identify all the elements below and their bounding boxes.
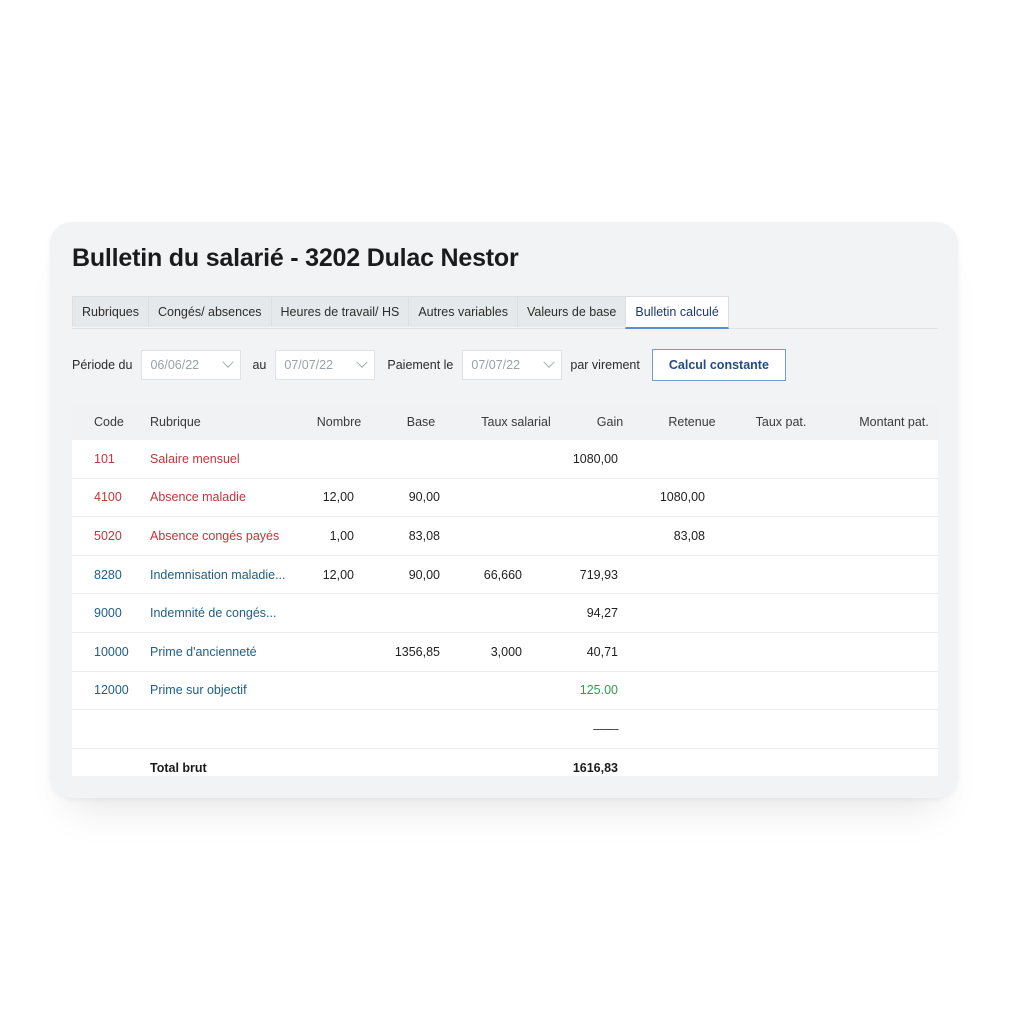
row-base: 83,08 — [408, 528, 440, 543]
row-nombre: 12,00 — [322, 567, 354, 582]
paiement-date-select[interactable]: 07/07/22 — [462, 350, 563, 380]
table-row[interactable]: 12000 Prime sur objectif 125.00 — [72, 672, 938, 711]
header-code[interactable]: Code — [94, 403, 124, 440]
row-code: 5020 — [94, 528, 122, 543]
au-label: au — [252, 358, 267, 372]
row-retenue — [637, 594, 705, 632]
header-taux-salarial[interactable]: Taux salarial — [476, 403, 556, 440]
page-title: Bulletin du salarié - 3202 Dulac Nestor — [72, 244, 519, 272]
row-rubrique: Salaire mensuel — [150, 451, 240, 466]
row-taux — [472, 517, 522, 555]
row-code: 12000 — [94, 683, 129, 698]
tab-heures-travail[interactable]: Heures de travail/ HS — [270, 296, 410, 327]
tab-bar: Rubriques Congés/ absences Heures de tra… — [72, 296, 938, 329]
row-base: 1356,85 — [394, 644, 440, 659]
row-taux — [472, 594, 522, 632]
row-gain: 719,93 — [579, 567, 618, 582]
total-row: Total brut 1616,83 — [72, 749, 938, 787]
row-base — [382, 594, 440, 632]
row-rubrique: Indemnité de congés... — [150, 606, 277, 621]
row-gain: 125.00 — [579, 683, 618, 698]
calcul-constante-button[interactable]: Calcul constante — [651, 349, 786, 381]
row-nombre — [304, 594, 354, 632]
header-retenue[interactable]: Retenue — [658, 403, 726, 440]
tab-conges-absences[interactable]: Congés/ absences — [147, 296, 272, 327]
header-nombre[interactable]: Nombre — [312, 403, 366, 440]
row-retenue — [637, 672, 705, 710]
row-rubrique: Absence maladie — [150, 490, 246, 505]
row-code: 101 — [94, 451, 115, 466]
row-gain — [552, 479, 618, 517]
row-retenue: 1080,00 — [659, 490, 705, 505]
row-retenue — [637, 440, 705, 478]
row-base: 90,00 — [408, 567, 440, 582]
table-row[interactable]: 5020 Absence congés payés 1,00 83,08 83,… — [72, 517, 938, 556]
row-gain — [552, 517, 618, 555]
chevron-down-icon — [222, 356, 235, 368]
row-retenue — [637, 556, 705, 594]
header-base[interactable]: Base — [392, 403, 450, 440]
periode-label: Période du — [72, 358, 133, 372]
paiement-label: Paiement le — [387, 358, 454, 372]
tab-rubriques[interactable]: Rubriques — [72, 296, 149, 327]
chevron-down-icon — [543, 356, 556, 368]
chevron-down-icon — [356, 356, 369, 368]
filter-bar: Période du 06/06/22 au 07/07/22 Paiement… — [72, 349, 952, 381]
header-gain[interactable]: Gain — [584, 403, 636, 440]
row-taux — [472, 672, 522, 710]
table-row[interactable]: 9000 Indemnité de congés... 94,27 — [72, 594, 938, 633]
payslip-card: Bulletin du salarié - 3202 Dulac Nestor … — [50, 222, 958, 798]
row-taux — [472, 440, 522, 478]
row-base — [382, 440, 440, 478]
row-gain: 94,27 — [586, 606, 618, 621]
virement-label: par virement — [570, 358, 640, 372]
tab-autres-variables[interactable]: Autres variables — [408, 296, 518, 327]
row-taux: 66,660 — [483, 567, 522, 582]
periode-end-select[interactable]: 07/07/22 — [275, 350, 376, 380]
row-code: 9000 — [94, 606, 122, 621]
table-row[interactable]: 4100 Absence maladie 12,00 90,00 1080,00 — [72, 479, 938, 518]
sum-separator: -------- — [592, 721, 619, 736]
row-code: 8280 — [94, 567, 122, 582]
row-taux — [472, 479, 522, 517]
table-row[interactable]: 10000 Prime d'ancienneté 1356,85 3,000 4… — [72, 633, 938, 672]
payslip-table: Code Rubrique Nombre Base Taux salarial … — [72, 403, 938, 776]
table-row[interactable]: 8280 Indemnisation maladie... 12,00 90,0… — [72, 556, 938, 595]
row-rubrique: Absence congés payés — [150, 528, 280, 543]
row-taux: 3,000 — [490, 644, 522, 659]
periode-start-value: 06/06/22 — [150, 358, 200, 372]
periode-start-select[interactable]: 06/06/22 — [141, 350, 242, 380]
row-nombre: 1,00 — [329, 528, 354, 543]
row-nombre — [304, 672, 354, 710]
row-base — [382, 672, 440, 710]
table-header: Code Rubrique Nombre Base Taux salarial … — [72, 403, 938, 440]
periode-end-value: 07/07/22 — [284, 358, 334, 372]
row-rubrique: Prime sur objectif — [150, 683, 247, 698]
row-gain: 1080,00 — [572, 451, 618, 466]
row-rubrique: Indemnisation maladie... — [150, 567, 286, 582]
separator-row: -------- — [72, 710, 938, 749]
header-taux-pat[interactable]: Taux pat. — [744, 403, 818, 440]
row-nombre — [304, 440, 354, 478]
tab-valeurs-base[interactable]: Valeurs de base — [516, 296, 627, 327]
row-code: 10000 — [94, 644, 129, 659]
header-rubrique[interactable]: Rubrique — [150, 403, 201, 440]
total-value: 1616,83 — [572, 760, 618, 775]
row-gain: 40,71 — [586, 644, 618, 659]
row-code: 4100 — [94, 490, 122, 505]
row-retenue: 83,08 — [673, 528, 705, 543]
row-rubrique: Prime d'ancienneté — [150, 644, 257, 659]
paiement-date-value: 07/07/22 — [471, 358, 521, 372]
row-retenue — [637, 633, 705, 671]
table-row[interactable]: 101 Salaire mensuel 1080,00 — [72, 440, 938, 479]
tab-bulletin-calcule[interactable]: Bulletin calculé — [625, 296, 729, 329]
header-montant-pat[interactable]: Montant pat. — [852, 403, 936, 440]
row-base: 90,00 — [408, 490, 440, 505]
total-label: Total brut — [150, 760, 207, 775]
row-nombre: 12,00 — [322, 490, 354, 505]
row-nombre — [304, 633, 354, 671]
